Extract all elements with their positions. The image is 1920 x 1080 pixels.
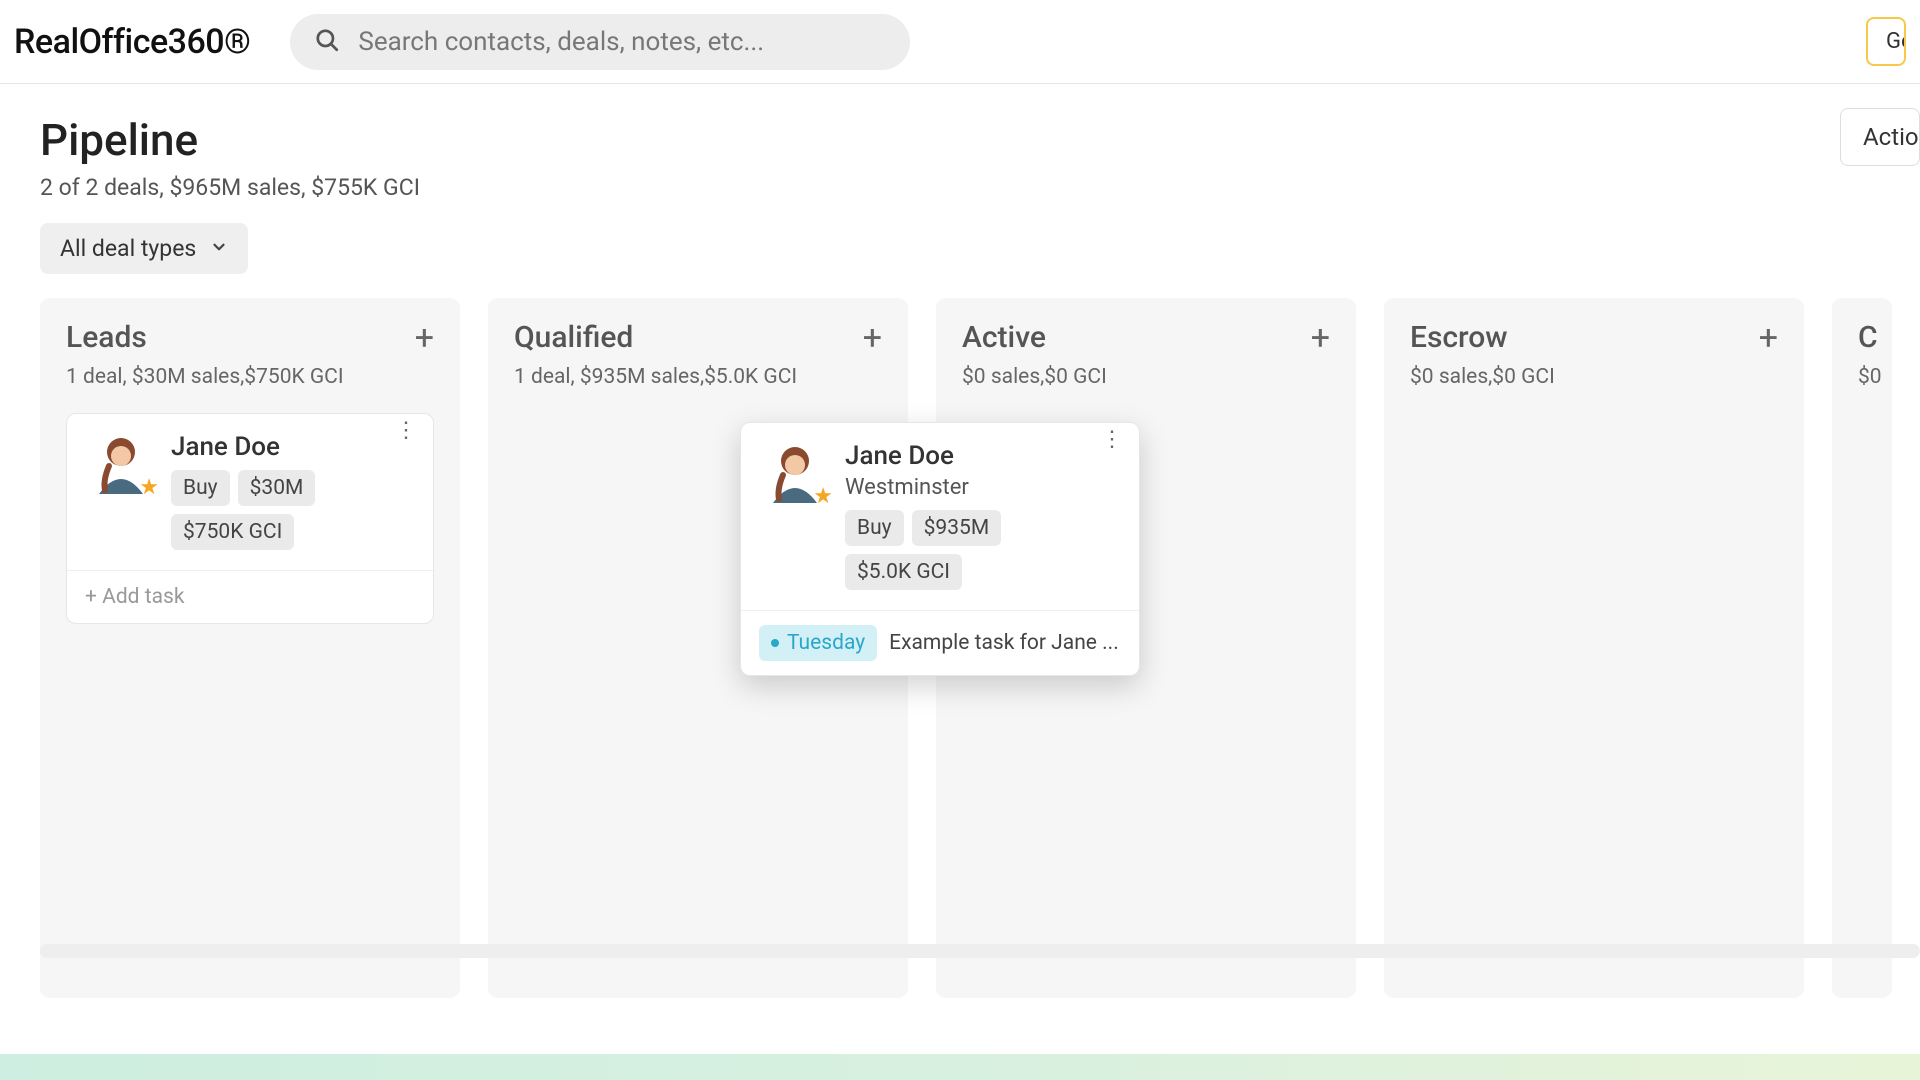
app-logo: RealOffice360®: [14, 22, 250, 62]
chevron-down-icon: [210, 235, 228, 262]
footer-gradient: [0, 1054, 1920, 1080]
search-box[interactable]: [290, 14, 910, 70]
column-stats: 1 deal, $935M sales,$5.0K GCI: [514, 365, 882, 389]
column-title: Qualified: [514, 320, 633, 355]
horizontal-scrollbar[interactable]: [40, 944, 1920, 958]
deal-type-tag: Buy: [171, 470, 230, 506]
search-input[interactable]: [358, 27, 886, 57]
content-area: Pipeline 2 of 2 deals, $965M sales, $755…: [0, 84, 1920, 998]
column-title: Escrow: [1410, 320, 1508, 355]
page-title: Pipeline: [40, 114, 1880, 166]
deal-location: Westminster: [845, 475, 1117, 500]
page-subtitle: 2 of 2 deals, $965M sales, $755K GCI: [40, 174, 1880, 201]
column-next: C $0: [1832, 298, 1892, 998]
column-title: Active: [962, 320, 1046, 355]
task-text[interactable]: Example task for Jane ...: [889, 631, 1119, 655]
deal-type-filter[interactable]: All deal types: [40, 223, 248, 274]
filter-label: All deal types: [60, 235, 196, 262]
dot-icon: [771, 639, 779, 647]
deal-gci-tag: $750K GCI: [171, 514, 294, 550]
deal-type-tag: Buy: [845, 510, 904, 546]
avatar: ★: [763, 441, 827, 505]
cta-button[interactable]: Get started: [1866, 17, 1906, 66]
deal-amount-tag: $935M: [912, 510, 1002, 546]
actions-button[interactable]: Actions: [1840, 108, 1920, 166]
deal-contact-name: Jane Doe: [171, 432, 411, 462]
top-bar: RealOffice360® Get started: [0, 0, 1920, 84]
deal-gci-tag: $5.0K GCI: [845, 554, 962, 590]
task-day-chip[interactable]: Tuesday: [759, 625, 877, 661]
column-leads: Leads + 1 deal, $30M sales,$750K GCI ⋮ ★…: [40, 298, 460, 998]
column-stats: $0 sales,$0 GCI: [962, 365, 1330, 389]
column-stats: $0 sales,$0 GCI: [1410, 365, 1778, 389]
column-escrow: Escrow + $0 sales,$0 GCI: [1384, 298, 1804, 998]
add-deal-button[interactable]: +: [863, 321, 882, 355]
add-task-button[interactable]: + Add task: [85, 585, 185, 609]
card-menu-button[interactable]: ⋮: [395, 428, 417, 434]
deal-amount-tag: $30M: [238, 470, 316, 506]
task-day-label: Tuesday: [787, 631, 865, 655]
deal-card-dragging[interactable]: ⋮ ★ Jane Doe Westminster Buy $935M $5.0K…: [740, 422, 1140, 676]
column-title: C: [1858, 320, 1878, 355]
search-icon: [314, 27, 340, 57]
star-icon: ★: [139, 475, 159, 500]
column-title: Leads: [66, 320, 147, 355]
card-menu-button[interactable]: ⋮: [1101, 437, 1123, 443]
column-stats: 1 deal, $30M sales,$750K GCI: [66, 365, 434, 389]
column-stats: $0: [1858, 365, 1866, 389]
avatar: ★: [89, 432, 153, 496]
add-deal-button[interactable]: +: [1759, 321, 1778, 355]
add-deal-button[interactable]: +: [415, 321, 434, 355]
add-deal-button[interactable]: +: [1311, 321, 1330, 355]
deal-card[interactable]: ⋮ ★ Jane Doe Buy $30M $750K GCI: [66, 413, 434, 624]
star-icon: ★: [813, 484, 833, 509]
deal-contact-name: Jane Doe: [845, 441, 1117, 471]
pipeline-board: Leads + 1 deal, $30M sales,$750K GCI ⋮ ★…: [40, 298, 1880, 998]
